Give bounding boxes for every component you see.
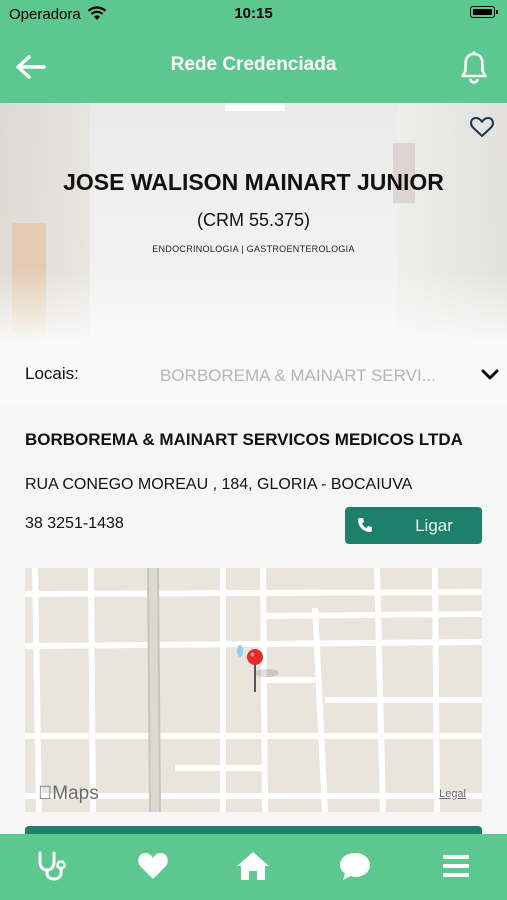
battery-icon [470,6,498,18]
stethoscope-icon[interactable] [35,850,69,882]
page-title: Rede Credenciada [170,54,337,75]
clock: 10:15 [234,5,273,22]
map-legal-link[interactable]: Legal [439,788,466,800]
doctor-specialty: ENDOCRINOLOGIA | GASTROENTEROLOGIA [152,244,355,254]
bell-icon[interactable] [459,50,489,84]
chat-icon[interactable] [338,850,372,882]
header: Operadora 10:15 Rede Credenciada [0,0,507,103]
place-name: BORBOREMA & MAINART SERVICOS MEDICOS LTD… [25,430,463,449]
call-button-label: Ligar [415,516,453,535]
doctor-name: JOSE WALISON MAINART JUNIOR [63,169,444,195]
call-button[interactable]: Ligar [345,507,482,544]
apple-maps-logo: Maps [38,783,99,804]
chevron-down-icon[interactable] [481,368,499,382]
heart-icon[interactable] [136,850,170,882]
locais-selected-value[interactable]: BORBOREMA & MAINART SERVI... [160,366,465,386]
home-icon[interactable] [236,850,270,882]
favorite-heart-icon[interactable] [469,115,495,139]
status-bar: Operadora 10:15 [0,0,507,30]
doctor-crm: (CRM 55.375) [196,210,311,230]
location-map[interactable]: Maps Legal [25,568,482,812]
menu-icon[interactable] [440,850,474,882]
doctor-hero: JOSE WALISON MAINART JUNIOR (CRM 55.375)… [0,103,507,348]
action-button-edge[interactable] [25,826,482,834]
locais-selector[interactable]: Locais: BORBOREMA & MAINART SERVI... [0,348,507,404]
map-pin-icon [247,649,263,692]
locais-label: Locais: [25,364,79,383]
place-phone: 38 3251-1438 [25,515,124,532]
tab-bar [0,834,507,900]
place-address: RUA CONEGO MOREAU , 184, GLORIA - BOCAIU… [25,476,413,493]
